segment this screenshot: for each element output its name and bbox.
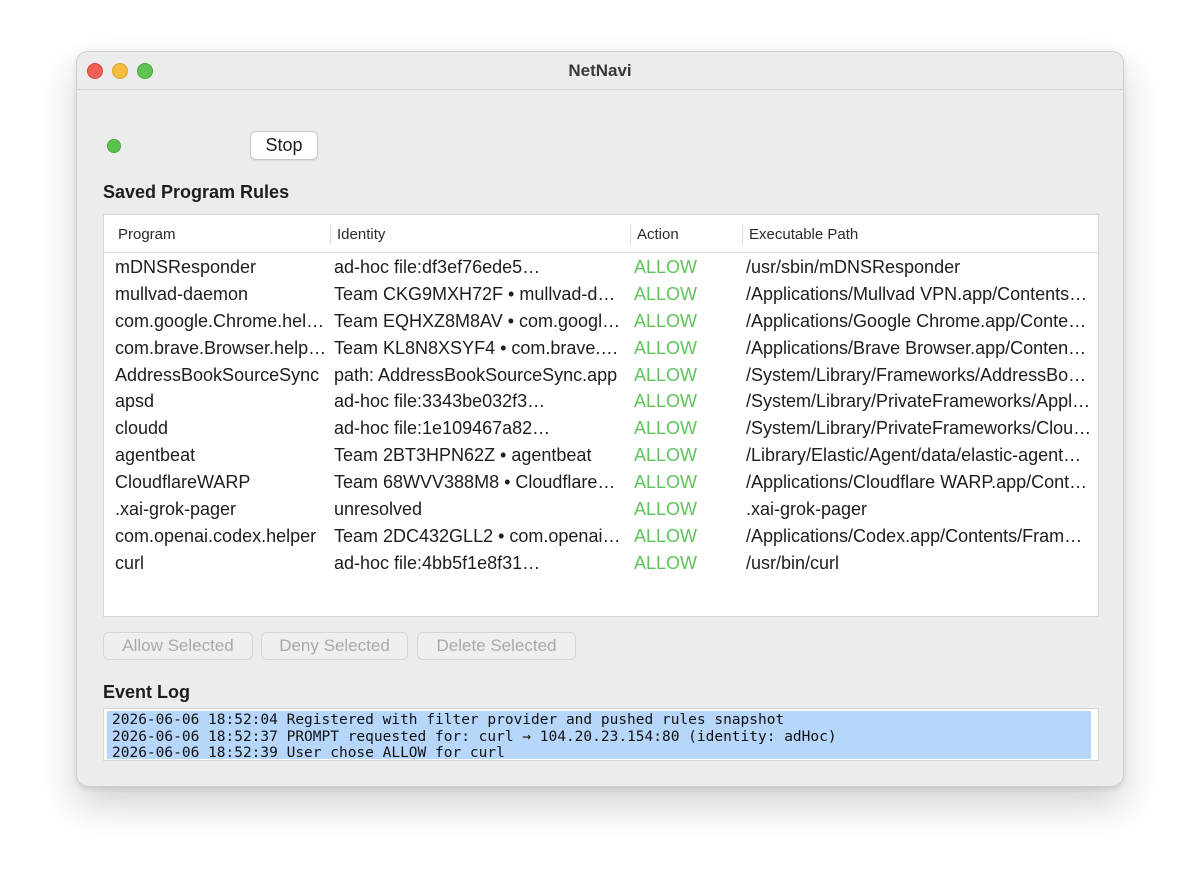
cell-program: agentbeat [115,445,196,466]
cell-program: CloudflareWARP [115,472,251,493]
cell-action: ALLOW [634,337,698,358]
cell-action: ALLOW [634,283,698,304]
cell-program: apsd [115,391,155,412]
cell-identity: Team EQHXZ8M8AV • com.googl… [334,310,621,331]
cell-executable-path: /Applications/Codex.app/Contents/Fram… [746,525,1083,546]
cell-identity: Team KL8N8XSYF4 • com.brave.… [334,337,619,358]
table-row[interactable]: mullvad-daemon Team CKG9MXH72F • mullvad… [104,281,1098,308]
column-divider[interactable] [630,224,631,244]
cell-action: ALLOW [634,364,698,385]
cell-identity: ad-hoc file:df3ef76ede5… [334,257,541,277]
table-row[interactable]: .xai-grok-pager unresolved ALLOW .xai-gr… [104,496,1098,523]
cell-identity: Team CKG9MXH72F • mullvad-da… [334,283,624,304]
cell-program: mullvad-daemon [115,283,249,304]
cell-executable-path: /System/Library/PrivateFrameworks/Appl… [746,391,1091,412]
table-row[interactable]: com.openai.codex.helper Team 2DC432GLL2 … [104,523,1098,550]
cell-executable-path: /usr/sbin/mDNSResponder [746,257,961,277]
column-divider[interactable] [330,224,331,244]
cell-executable-path: /Library/Elastic/Agent/data/elastic-agen… [746,445,1082,466]
cell-program: com.brave.Browser.help… [115,337,327,358]
cell-program: curl [115,552,145,573]
cell-executable-path: /Applications/Cloudflare WARP.app/Cont… [746,472,1088,493]
cell-identity: path: AddressBookSourceSync.app [334,364,618,385]
cell-action: ALLOW [634,499,698,520]
table-row[interactable]: cloudd ad-hoc file:1e109467a82… ALLOW /S… [104,415,1098,442]
cell-action: ALLOW [634,418,698,439]
cell-program: cloudd [115,418,169,439]
table-row[interactable]: CloudflareWARP Team 68WVV388M8 • Cloudfl… [104,469,1098,496]
log-line: 2026-06-06 18:52:39 User chose ALLOW for… [112,745,505,761]
table-body: mDNSResponder ad-hoc file:df3ef76ede5… A… [104,254,1098,577]
cell-identity: Team 2BT3HPN62Z • agentbeat [334,445,592,466]
cell-executable-path: /Applications/Google Chrome.app/Conte… [746,310,1087,331]
stop-button[interactable]: Stop [250,131,318,160]
table-row[interactable]: apsd ad-hoc file:3343be032f3… ALLOW /Sys… [104,388,1098,415]
cell-executable-path: /System/Library/PrivateFrameworks/Clou… [746,418,1092,439]
cell-program: .xai-grok-pager [115,499,237,520]
cell-identity: ad-hoc file:1e109467a82… [334,418,551,439]
saved-rules-heading: Saved Program Rules [103,182,290,202]
cell-action: ALLOW [634,391,698,412]
cell-program: mDNSResponder [115,257,257,277]
cell-identity: Team 2DC432GLL2 • com.openai.… [334,525,624,546]
cell-action: ALLOW [634,257,698,277]
cell-action: ALLOW [634,445,698,466]
log-lines: 2026-06-06 18:52:04 Registered with filt… [112,712,837,761]
cell-action: ALLOW [634,310,698,331]
cell-identity: Team 68WVV388M8 • Cloudflare… [334,472,616,493]
cell-action: ALLOW [634,552,698,573]
cell-program: com.google.Chrome.hel… [115,310,325,331]
cell-action: ALLOW [634,472,698,493]
title-bar[interactable]: NetNavi [77,52,1123,90]
cell-executable-path: /System/Library/Frameworks/AddressBo… [746,364,1087,385]
cell-executable-path: /Applications/Brave Browser.app/Conten… [746,337,1087,358]
cell-program: AddressBookSourceSync [115,364,320,385]
table-row[interactable]: AddressBookSourceSync path: AddressBookS… [104,362,1098,389]
cell-identity: ad-hoc file:3343be032f3… [334,391,546,412]
cell-executable-path: /usr/bin/curl [746,552,840,573]
log-line: 2026-06-06 18:52:37 PROMPT requested for… [112,728,837,745]
table-row[interactable]: mDNSResponder ad-hoc file:df3ef76ede5… A… [104,254,1098,281]
delete-selected-button[interactable]: Delete Selected [417,632,576,660]
log-line: 2026-06-06 18:52:04 Registered with filt… [112,712,785,728]
window-title: NetNavi [568,61,632,80]
cell-identity: ad-hoc file:4bb5f1e8f31… [334,552,541,573]
table-header: Program Identity Action Executable Path [104,215,1098,253]
event-log-heading: Event Log [103,682,191,702]
rules-table[interactable]: Program Identity Action Executable Path … [103,214,1099,617]
column-divider[interactable] [742,224,743,244]
deny-selected-button[interactable]: Deny Selected [261,632,408,660]
app-window: NetNavi Stop Saved Program Rules Program… [76,51,1124,787]
cell-action: ALLOW [634,525,698,546]
column-header-executable-path[interactable]: Executable Path [749,226,858,243]
event-log-textview[interactable]: 2026-06-06 18:52:04 Registered with filt… [103,708,1099,761]
cell-executable-path: .xai-grok-pager [746,499,868,520]
allow-selected-button[interactable]: Allow Selected [103,632,253,660]
column-header-action[interactable]: Action [637,226,679,243]
table-row[interactable]: com.brave.Browser.help… Team KL8N8XSYF4 … [104,335,1098,362]
cell-identity: unresolved [334,499,423,520]
status-indicator-dot [107,139,121,153]
table-row[interactable]: curl ad-hoc file:4bb5f1e8f31… ALLOW /usr… [104,550,1098,577]
cell-executable-path: /Applications/Mullvad VPN.app/Contents… [746,283,1088,304]
column-header-identity[interactable]: Identity [337,226,385,243]
table-row[interactable]: agentbeat Team 2BT3HPN62Z • agentbeat AL… [104,442,1098,469]
table-row[interactable]: com.google.Chrome.hel… Team EQHXZ8M8AV •… [104,308,1098,335]
column-header-program[interactable]: Program [118,226,176,243]
cell-program: com.openai.codex.helper [115,525,317,546]
